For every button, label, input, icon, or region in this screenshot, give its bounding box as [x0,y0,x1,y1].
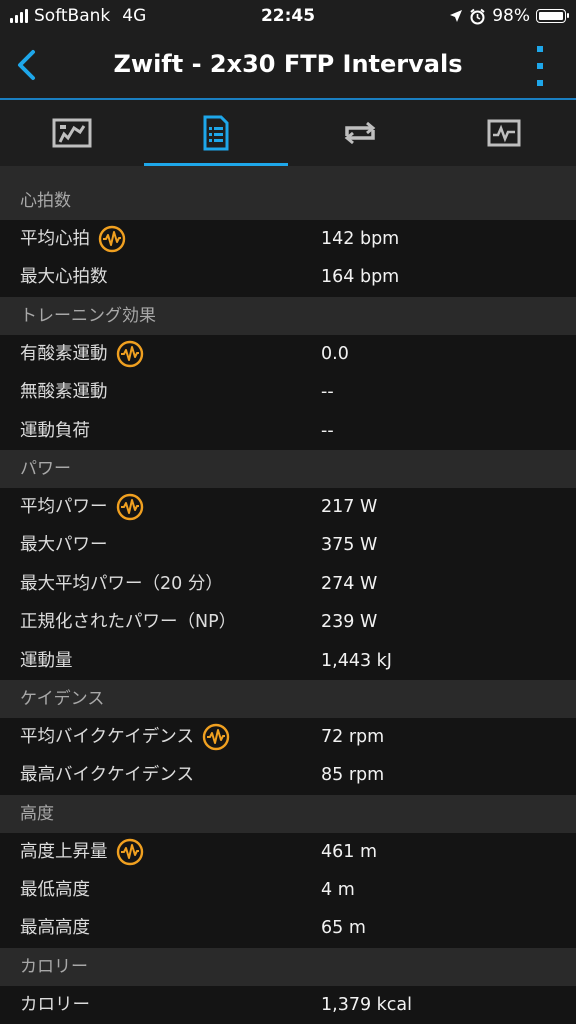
alarm-clock-icon [470,8,485,24]
stat-row: 正規化されたパワー（NP） 239 W [0,603,576,642]
stat-label-group: 平均バイクケイデンス [20,718,230,756]
more-options-button[interactable] [530,46,550,86]
performance-badge-icon[interactable] [116,493,144,521]
stat-value: 85 rpm [321,765,385,786]
graph-icon [487,119,521,147]
stat-value: 164 bpm [321,267,400,288]
details-list-icon [203,115,229,151]
stat-label: 最大平均パワー（20 分） [20,573,223,594]
stat-value: 1,379 kcal [321,994,413,1015]
performance-badge-icon[interactable] [98,225,126,253]
stat-label: 運動量 [20,650,73,671]
section-header: トレーニング効果 [0,296,576,335]
stat-row: 高度上昇量 461 m [0,832,576,872]
stat-row: カロリー 1,379 kcal [0,985,576,1024]
stat-label-group: 最高バイクケイデンス [20,756,194,794]
section-header: 心拍数 [0,182,576,220]
stat-row: 最高高度 65 m [0,909,576,948]
stat-label-group: 運動負荷 [20,412,90,450]
stat-value: 142 bpm [321,229,400,249]
stat-row: 最大平均パワー（20 分） 274 W [0,564,576,604]
stat-label-group: 運動量 [20,642,73,680]
section-header-partial [0,166,576,182]
tab-graphs[interactable] [432,100,576,166]
stat-value: 1,443 kJ [321,650,392,671]
stat-label: 高度上昇量 [20,841,108,862]
stat-label: 最高バイクケイデンス [20,765,194,786]
stat-row: 無酸素運動 -- [0,373,576,412]
tab-details[interactable] [144,100,288,166]
stat-label-group: 最大平均パワー（20 分） [20,565,223,603]
stat-label-group: 平均心拍 [20,220,126,258]
stat-label-group: 最低高度 [20,871,90,909]
repeat-laps-icon [344,121,376,145]
tab-bar [0,100,576,166]
stat-value: 4 m [321,880,355,901]
performance-badge-icon[interactable] [116,838,144,866]
stat-label: 平均パワー [20,496,108,517]
stat-row: 有酸素運動 0.0 [0,334,576,374]
stat-value: 239 W [321,612,378,633]
stat-label: 最大心拍数 [20,267,108,288]
stat-row: 平均バイクケイデンス 72 rpm [0,717,576,757]
status-right: 98% [449,6,569,26]
stat-row: 最低高度 4 m [0,871,576,910]
stat-label-group: 最大心拍数 [20,258,108,296]
stat-label: 有酸素運動 [20,343,108,364]
tab-laps[interactable] [288,100,432,166]
stat-value: 72 rpm [321,726,385,747]
stat-label-group: カロリー [20,986,90,1024]
stat-label-group: 最大パワー [20,526,108,564]
stat-label: 運動負荷 [20,420,90,441]
stat-label-group: 有酸素運動 [20,335,144,373]
performance-badge-icon[interactable] [202,723,230,751]
stat-label: 平均バイクケイデンス [20,726,194,747]
stat-row: 最高バイクケイデンス 85 rpm [0,756,576,795]
battery-percent: 98% [492,6,530,26]
stat-value: 461 m [321,841,378,862]
stat-label-group: 無酸素運動 [20,373,108,411]
sections-container: 心拍数平均心拍 142 bpm 最大心拍数 164 bpm トレーニング効果有酸素運動 0… [0,182,576,1024]
stat-value: 65 m [321,918,366,939]
section-header: 高度 [0,794,576,833]
stat-label: 最高高度 [20,918,90,939]
dot [537,80,543,86]
stat-label: 平均心拍 [20,229,90,249]
stat-row: 最大心拍数 164 bpm [0,258,576,297]
chart-image-icon [52,118,92,148]
location-arrow-icon [450,10,463,22]
stat-value: -- [321,420,334,441]
stat-row: 運動量 1,443 kJ [0,641,576,680]
stat-label-group: 平均パワー [20,488,144,526]
stat-label: 正規化されたパワー（NP） [20,612,237,633]
stat-label: 最低高度 [20,880,90,901]
stat-row: 運動負荷 -- [0,411,576,450]
stat-value: 0.0 [321,343,349,364]
dot [537,46,543,52]
battery-icon [536,9,569,23]
performance-badge-icon[interactable] [116,340,144,368]
dot [537,63,543,69]
activity-details-list[interactable]: 心拍数平均心拍 142 bpm 最大心拍数 164 bpm トレーニング効果有酸素運動 0… [0,166,576,1024]
stat-value: 375 W [321,535,378,556]
section-header: カロリー [0,947,576,986]
stat-label-group: 最高高度 [20,909,90,947]
tab-overview[interactable] [0,100,144,166]
section-header: パワー [0,449,576,488]
stat-row: 最大パワー 375 W [0,526,576,565]
stat-value: -- [321,382,334,403]
status-bar: SoftBank 4G 22:45 98% [0,0,576,32]
stat-row: 平均パワー 217 W [0,487,576,527]
stat-value: 217 W [321,496,378,517]
stat-row: 平均心拍 142 bpm [0,220,576,259]
navigation-bar: Zwift - 2x30 FTP Intervals [0,32,576,100]
stat-label-group: 高度上昇量 [20,833,144,871]
page-title: Zwift - 2x30 FTP Intervals [113,50,463,78]
stat-label-group: 正規化されたパワー（NP） [20,603,236,641]
stat-label: カロリー [20,994,90,1015]
stat-label: 無酸素運動 [20,382,108,403]
section-header: ケイデンス [0,679,576,718]
stat-label: 最大パワー [20,535,108,556]
stat-value: 274 W [321,573,378,594]
